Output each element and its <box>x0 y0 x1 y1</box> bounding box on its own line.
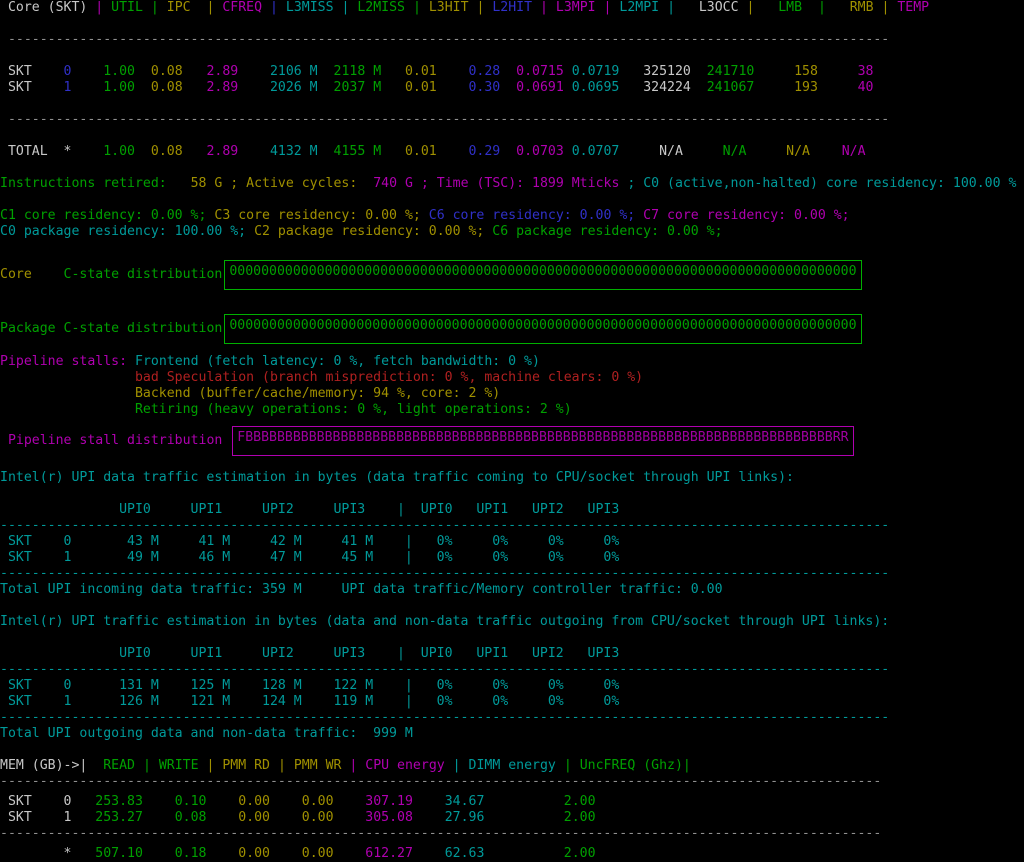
c6-package-residency: C6 package residency: 0.00 %; <box>492 224 723 239</box>
pipeline-stalls-line-4: Retiring (heavy operations: 0 %, light o… <box>0 402 1024 418</box>
cpu-energy-header: CPU energy <box>365 758 445 773</box>
l2mpi-header: L2MPI <box>619 0 660 15</box>
pmm-rd-header: PMM RD <box>222 758 270 773</box>
upi-incoming-separator-2: ----------------------------------------… <box>0 566 890 581</box>
upi-outgoing-total-label: Total UPI outgoing data and non-data tra… <box>0 726 358 741</box>
upi-incoming-total-line: Total UPI incoming data traffic: 359 M U… <box>0 582 1024 598</box>
mem-table-header-row: MEM (GB)->| READ | WRITE | PMM RD | PMM … <box>0 758 691 773</box>
c3-core-residency: C3 core residency: 0.00 %; <box>214 208 421 223</box>
upi-memory-ratio-label: UPI data traffic/Memory controller traff… <box>341 582 683 597</box>
l3occ-header: L3OCC <box>682 0 739 15</box>
upi-incoming-header: UPI0 UPI1 UPI2 UPI3 | UPI0 UPI1 UPI2 UPI… <box>0 502 620 517</box>
core-skt-header: Core (SKT) <box>0 0 88 15</box>
time-tsc-value: 1899 Mticks <box>532 176 620 191</box>
core-table-separator-2: ----------------------------------------… <box>0 112 890 127</box>
upi-incoming-total-value: 359 M <box>262 582 302 597</box>
terminal-window: Core (SKT) | UTIL | IPC | CFREQ | L3MISS… <box>0 0 1024 861</box>
package-cstate-distribution-bar: 0000000000000000000000000000000000000000… <box>224 314 862 344</box>
l3hit-header: L3HIT <box>428 0 469 15</box>
upi-outgoing-separator-2: ----------------------------------------… <box>0 710 890 725</box>
table-row: SKT 0 131 M 125 M 128 M 122 M | 0% 0% 0%… <box>0 678 620 693</box>
ipc-header: IPC <box>166 0 191 15</box>
c0-residency-label: ; C0 (active,non-halted) core residency: <box>627 176 945 191</box>
core-cstate-label-suffix: C-state distribution <box>63 267 223 282</box>
mem-header-prefix: MEM (GB)->| <box>0 758 88 773</box>
core-cstate-distribution-bar: 0000000000000000000000000000000000000000… <box>224 260 862 290</box>
upi-outgoing-total-value: 999 M <box>373 726 413 741</box>
instructions-retired-label: Instructions retired: <box>0 176 167 191</box>
core-table-header-row: Core (SKT) | UTIL | IPC | CFREQ | L3MISS… <box>0 0 930 15</box>
pipeline-stall-bad-speculation: bad Speculation (branch misprediction: 0… <box>134 370 644 385</box>
active-cycles-label: ; Active cycles: <box>230 176 358 191</box>
core-table-separator: ----------------------------------------… <box>0 32 890 47</box>
table-row: SKT 1 253.27 0.08 0.00 0.00 305.08 27.96… <box>0 810 596 825</box>
pipeline-stalls-first-line: Pipeline stalls: Frontend (fetch latency… <box>0 354 1024 370</box>
package-residency-line: C0 package residency: 100.00 %; C2 packa… <box>0 224 1024 240</box>
pipeline-stalls-title: Pipeline stalls: <box>0 354 128 369</box>
pmm-wr-header: PMM WR <box>293 758 342 773</box>
rmb-header: RMB <box>833 0 874 15</box>
time-tsc-label: ; Time (TSC): <box>420 176 525 191</box>
pipeline-stall-retiring: Retiring (heavy operations: 0 %, light o… <box>134 402 572 417</box>
table-row-total: * 507.10 0.18 0.00 0.00 612.27 62.63 2.0… <box>47 846 596 861</box>
temp-header: TEMP <box>897 0 930 15</box>
cfreq-header: CFREQ <box>222 0 263 15</box>
upi-outgoing-total-line: Total UPI outgoing data and non-data tra… <box>0 726 1024 742</box>
table-row: SKT 0 1.00 0.08 2.89 2106 M 2118 M 0.01 … <box>0 64 874 79</box>
l2miss-header: L2MISS <box>357 0 405 15</box>
summary-line: Instructions retired: 58 G ; Active cycl… <box>0 176 1024 192</box>
pipeline-stall-distribution-label: Pipeline stall distribution <box>7 433 223 448</box>
c6-core-residency: C6 core residency: 0.00 %; <box>428 208 636 223</box>
l3miss-header: L3MISS <box>285 0 334 15</box>
table-row: SKT 0 253.83 0.10 0.00 0.00 307.19 34.67… <box>0 794 596 809</box>
table-row: SKT 0 43 M 41 M 42 M 41 M | 0% 0% 0% 0% <box>0 534 620 549</box>
c2-package-residency: C2 package residency: 0.00 %; <box>254 224 485 239</box>
uncfreq-header: UncFREQ (Ghz) <box>579 758 683 773</box>
c0-residency-value: 100.00 % <box>952 176 1017 191</box>
upi-outgoing-separator: ----------------------------------------… <box>0 662 890 677</box>
package-cstate-distribution-row: Package C-state distribution 00000000000… <box>0 310 1024 348</box>
dimm-energy-header: DIMM energy <box>468 758 556 773</box>
read-header: READ <box>103 758 135 773</box>
pipeline-stall-distribution-bar: FBBBBBBBBBBBBBBBBBBBBBBBBBBBBBBBBBBBBBBB… <box>232 426 854 456</box>
table-row: SKT 1 126 M 121 M 124 M 119 M | 0% 0% 0%… <box>0 694 620 709</box>
table-row: SKT 1 1.00 0.08 2.89 2026 M 2037 M 0.01 … <box>0 80 874 95</box>
table-row: SKT 1 49 M 46 M 47 M 45 M | 0% 0% 0% 0% <box>0 550 620 565</box>
core-cstate-distribution-row: Core C-state distribution 00000000000000… <box>0 256 1024 294</box>
package-cstate-label-suffix: C-state distribution <box>63 321 223 336</box>
lmb-header: LMB <box>762 0 803 15</box>
write-header: WRITE <box>158 758 199 773</box>
upi-incoming-title: Intel(r) UPI data traffic estimation in … <box>0 470 794 485</box>
c7-core-residency: C7 core residency: 0.00 %; <box>643 208 850 223</box>
core-cstate-label: Core <box>0 267 32 282</box>
upi-memory-ratio-value: 0.00 <box>690 582 723 597</box>
instructions-retired-value: 58 G <box>190 176 223 191</box>
c0-package-residency: C0 package residency: 100.00 %; <box>0 224 247 239</box>
package-cstate-label: Package <box>0 321 56 336</box>
upi-incoming-total-label: Total UPI incoming data traffic: <box>0 582 255 597</box>
active-cycles-value: 740 G <box>373 176 413 191</box>
table-row-total: TOTAL * 1.00 0.08 2.89 4132 M 4155 M 0.0… <box>0 144 866 159</box>
mem-table-separator: ----------------------------------------… <box>0 774 882 789</box>
mem-table-separator-2: ----------------------------------------… <box>0 826 882 841</box>
pipeline-stall-frontend: Frontend (fetch latency: 0 %, fetch band… <box>135 354 540 369</box>
l3mpi-header: L3MPI <box>555 0 596 15</box>
upi-incoming-separator: ----------------------------------------… <box>0 518 890 533</box>
upi-outgoing-title: Intel(r) UPI traffic estimation in bytes… <box>0 614 890 629</box>
c1-core-residency: C1 core residency: 0.00 %; <box>0 208 207 223</box>
core-residency-line: C1 core residency: 0.00 %; C3 core resid… <box>0 208 1024 224</box>
l2hit-header: L2HIT <box>492 0 533 15</box>
pipeline-stall-distribution-row: Pipeline stall distribution FBBBBBBBBBBB… <box>0 422 1024 460</box>
pipeline-stalls-line-2: bad Speculation (branch misprediction: 0… <box>0 370 1024 386</box>
util-header: UTIL <box>111 0 143 15</box>
upi-outgoing-header: UPI0 UPI1 UPI2 UPI3 | UPI0 UPI1 UPI2 UPI… <box>0 646 620 661</box>
pipeline-stalls-line-3: Backend (buffer/cache/memory: 94 %, core… <box>0 386 1024 402</box>
pipeline-stall-backend: Backend (buffer/cache/memory: 94 %, core… <box>134 386 501 401</box>
